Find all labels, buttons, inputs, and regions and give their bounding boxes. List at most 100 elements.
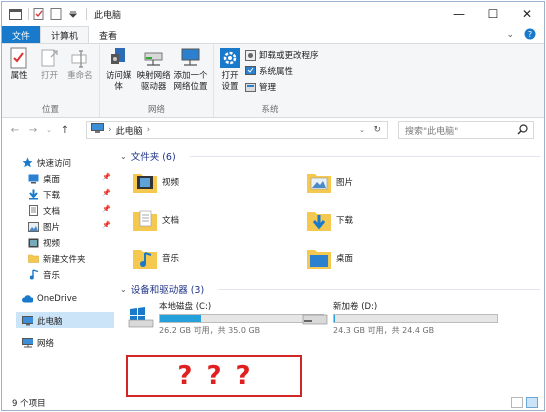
drives-section-header[interactable]: ⌄ 设备和驱动器 (3) <box>120 282 204 297</box>
folder-videos[interactable]: 视频 <box>132 170 179 194</box>
music-icon <box>28 269 39 280</box>
item-count: 9 个项目 <box>12 399 46 409</box>
drive-usage-bar <box>333 314 498 323</box>
folder-documents[interactable]: 文档 <box>132 208 179 232</box>
folder-icon <box>28 253 39 264</box>
drive-d[interactable]: 新加卷 (D:) 24.3 GB 可用，共 24.4 GB <box>302 300 498 336</box>
minimize-button[interactable]: — <box>442 2 476 26</box>
settings-icon <box>219 47 241 69</box>
breadcrumb-separator[interactable]: › <box>147 125 151 135</box>
drive-usage-fill <box>160 315 201 322</box>
explorer-window: 此电脑 — ☐ ✕ 文件 计算机 查看 ⌄ ? 属性 打开 重命名 位置 访问媒… <box>1 1 545 411</box>
section-divider <box>190 156 540 157</box>
nav-item-desktop[interactable]: 桌面 <box>28 171 60 186</box>
folder-desktop[interactable]: 桌面 <box>306 246 353 270</box>
nav-item-this-pc[interactable]: 此电脑 <box>22 313 63 328</box>
computer-icon <box>91 123 104 137</box>
folders-section-header[interactable]: ⌄ 文件夹 (6) <box>120 149 176 164</box>
properties-quick-icon[interactable] <box>32 7 46 21</box>
network-icon <box>22 337 33 348</box>
breadcrumb-separator[interactable]: › <box>108 125 112 135</box>
picture-icon <box>28 221 39 232</box>
drive-icon <box>302 306 328 330</box>
folder-music[interactable]: 音乐 <box>132 246 179 270</box>
large-icons-view-button[interactable] <box>526 397 538 408</box>
group-label-system: 系统 <box>261 105 279 115</box>
refresh-icon[interactable]: ↻ <box>373 125 381 135</box>
up-arrow-icon[interactable]: ↑ <box>58 125 72 136</box>
quick-access-toolbar: 此电脑 <box>2 2 121 26</box>
properties-icon <box>8 47 30 69</box>
pin-icon[interactable]: 📌 <box>102 189 111 197</box>
computer-icon <box>22 315 33 326</box>
ribbon-group-network: 访问媒体 映射网络 驱动器 添加一个 网络位置 网络 <box>100 44 214 117</box>
nav-item-quick-access[interactable]: 快速访问 <box>22 155 71 170</box>
system-drive-icon <box>128 306 154 330</box>
ribbon-tabs: 文件 计算机 查看 ⌄ ? <box>2 26 544 44</box>
uninstall-icon <box>245 49 256 61</box>
title-bar: 此电脑 — ☐ ✕ <box>2 2 544 26</box>
uninstall-programs-button[interactable]: 卸载或更改程序 <box>245 48 319 62</box>
pin-icon[interactable]: 📌 <box>102 205 111 213</box>
tab-computer[interactable]: 计算机 <box>40 26 90 44</box>
system-properties-button[interactable]: 系统属性 <box>245 64 319 78</box>
tab-file[interactable]: 文件 <box>2 26 40 44</box>
collapse-ribbon-icon[interactable]: ⌄ <box>506 30 514 40</box>
group-label-location: 位置 <box>41 105 59 115</box>
drive-c[interactable]: 本地磁盘 (C:) 26.2 GB 可用，共 35.0 GB <box>128 300 324 336</box>
address-dropdown-icon[interactable]: ⌄ <box>359 126 365 134</box>
nav-item-downloads[interactable]: 下载 <box>28 187 60 202</box>
manage-button[interactable]: 管理 <box>245 80 319 94</box>
nav-item-new-folder[interactable]: 新建文件夹 <box>28 251 86 266</box>
nav-item-network[interactable]: 网络 <box>22 335 54 350</box>
nav-item-onedrive[interactable]: OneDrive <box>22 291 77 306</box>
system-properties-icon <box>245 65 256 77</box>
rename-icon <box>69 47 91 69</box>
chevron-down-icon[interactable]: ⌄ <box>120 285 127 294</box>
svg-text:?: ? <box>528 30 532 39</box>
details-view-button[interactable] <box>511 397 523 408</box>
nav-item-pictures[interactable]: 图片 <box>28 219 60 234</box>
annotation-box: ??? <box>126 355 302 397</box>
drive-name: 本地磁盘 (C:) <box>159 302 212 312</box>
nav-item-documents[interactable]: 文档 <box>28 203 60 218</box>
maximize-button[interactable]: ☐ <box>476 2 510 26</box>
drive-space-info: 24.3 GB 可用，共 24.4 GB <box>333 326 435 335</box>
status-bar: 9 个项目 <box>2 396 544 410</box>
tab-view[interactable]: 查看 <box>89 26 127 44</box>
document-icon <box>28 205 39 216</box>
forward-arrow-icon[interactable]: → <box>26 125 40 136</box>
section-divider <box>218 289 540 290</box>
picture-folder-icon <box>306 170 332 194</box>
chevron-down-icon[interactable]: ⌄ <box>120 152 127 161</box>
new-folder-quick-icon[interactable] <box>49 7 63 21</box>
folder-pictures[interactable]: 图片 <box>306 170 353 194</box>
ribbon-group-system: 打开 设置 卸载或更改程序 系统属性 管理 系统 <box>214 44 326 117</box>
navigation-bar: ← → ⌄ ↑ › 此电脑 › ⌄ ↻ 搜索"此电脑" <box>2 119 544 141</box>
customize-toolbar-icon[interactable] <box>66 7 80 21</box>
help-icon[interactable]: ? <box>524 28 536 43</box>
desktop-folder-icon <box>306 246 332 270</box>
pin-icon[interactable]: 📌 <box>102 221 111 229</box>
back-arrow-icon[interactable]: ← <box>8 125 22 136</box>
nav-item-videos[interactable]: 视频 <box>28 235 60 250</box>
music-folder-icon <box>132 246 158 270</box>
video-icon <box>28 237 39 248</box>
nav-item-music[interactable]: 音乐 <box>28 267 60 282</box>
breadcrumb-this-pc[interactable]: 此电脑 <box>116 124 143 137</box>
download-icon <box>28 189 39 200</box>
desktop-icon <box>28 173 39 184</box>
group-label-network: 网络 <box>147 105 165 115</box>
folder-downloads[interactable]: 下载 <box>306 208 353 232</box>
search-box[interactable]: 搜索"此电脑" <box>398 121 534 139</box>
address-bar[interactable]: › 此电脑 › ⌄ ↻ <box>86 121 388 139</box>
close-button[interactable]: ✕ <box>510 2 544 26</box>
window-title: 此电脑 <box>94 10 122 21</box>
network-location-icon <box>180 47 202 69</box>
pin-icon[interactable]: 📌 <box>102 173 111 181</box>
network-drive-icon <box>143 47 165 69</box>
cloud-icon <box>22 293 33 304</box>
recent-locations-icon[interactable]: ⌄ <box>42 126 56 134</box>
search-icon[interactable] <box>517 124 528 138</box>
video-folder-icon <box>132 170 158 194</box>
